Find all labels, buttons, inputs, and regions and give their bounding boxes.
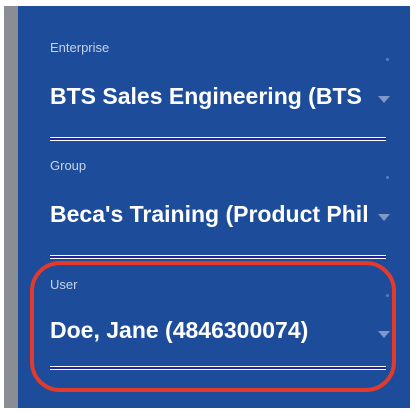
user-highlight-annotation [30,261,396,392]
group-label: Group [50,158,87,173]
group-underline [50,255,386,259]
enterprise-label: Enterprise [50,40,110,55]
enterprise-value[interactable]: BTS Sales Engineering (BTS [50,83,368,110]
enterprise-underline [50,137,386,141]
chevron-down-icon[interactable] [378,214,390,221]
group-value[interactable]: Beca's Training (Product Phil [50,201,368,228]
screenshot-container: Enterprise BTS Sales Engineering (BTS Gr… [0,0,416,412]
field-marker [386,176,389,179]
field-marker [386,58,389,61]
group-select[interactable]: Group Beca's Training (Product Phil [50,158,390,259]
enterprise-select[interactable]: Enterprise BTS Sales Engineering (BTS [50,40,390,141]
chevron-down-icon[interactable] [378,96,390,103]
